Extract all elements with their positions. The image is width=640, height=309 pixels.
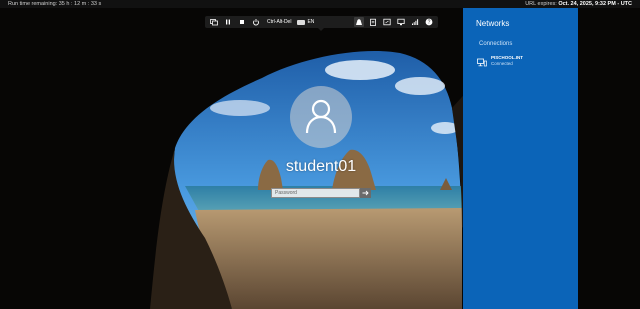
runtime-label: Run time remaining: (8, 1, 58, 7)
user-avatar (290, 86, 352, 148)
network-status: Connected (491, 61, 513, 66)
runtime-remaining: Run time remaining: 35 h : 12 m : 33 s (8, 0, 101, 8)
password-input[interactable] (271, 188, 360, 198)
remote-desktop-screen[interactable]: Ctrl-Alt-Del EN ? student01 Networks Con… (0, 8, 640, 309)
networks-title: Networks (476, 19, 510, 28)
session-bar: Run time remaining: 35 h : 12 m : 33 s U… (0, 0, 640, 8)
expires-label: URL expires: (525, 1, 557, 7)
arrow-right-icon (362, 190, 369, 196)
user-icon (305, 99, 337, 134)
network-computer-icon (477, 55, 489, 67)
network-connection-item[interactable]: PISCHOOL.INT Connected (477, 55, 567, 71)
connections-header: Connections (479, 41, 513, 47)
password-row (271, 188, 371, 198)
networks-panel: Networks Connections PISCHOOL.INT Connec… (463, 8, 578, 309)
submit-button[interactable] (360, 188, 371, 198)
url-expires: URL expires: Oct. 24, 2025, 9:32 PM - UT… (525, 0, 632, 8)
runtime-value: 35 h : 12 m : 33 s (58, 1, 102, 7)
expires-value: Oct. 24, 2025, 9:32 PM - UTC (558, 1, 632, 7)
username-label: student01 (285, 158, 357, 175)
